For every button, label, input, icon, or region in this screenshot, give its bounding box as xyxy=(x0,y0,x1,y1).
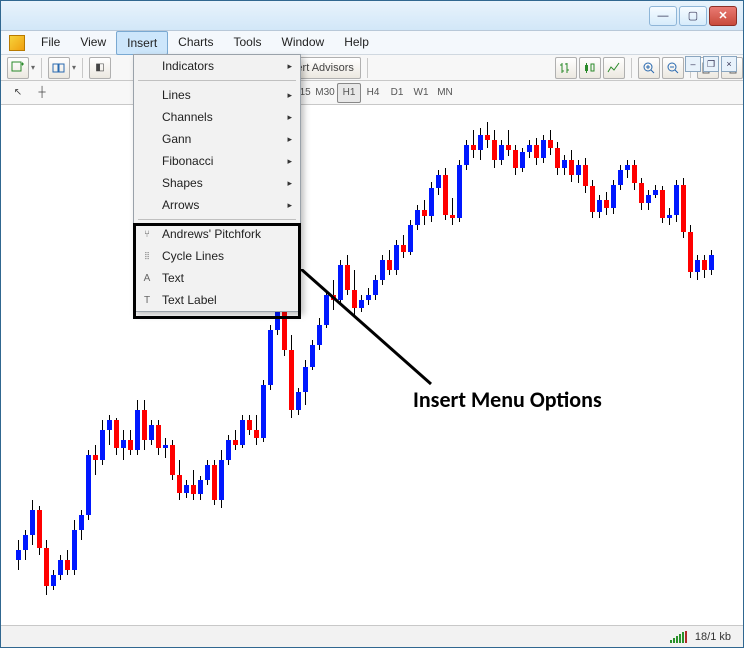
insert-menu-dropdown: Indicators▸ Lines▸Channels▸Gann▸Fibonacci… xyxy=(133,54,301,312)
maximize-button[interactable]: ▢ xyxy=(679,6,707,26)
timeframe-h1[interactable]: H1 xyxy=(337,83,361,103)
menu-insert[interactable]: Insert xyxy=(116,31,168,55)
titlebar: — ▢ ✕ xyxy=(1,1,743,31)
timeframe-m30[interactable]: M30 xyxy=(313,83,337,103)
menu-item-text[interactable]: AText xyxy=(134,267,300,289)
profiles-icon[interactable] xyxy=(48,57,70,79)
menu-item-gann[interactable]: Gann▸ xyxy=(134,128,300,150)
crosshair-icon[interactable]: ┼ xyxy=(31,82,53,104)
timeframe-h4[interactable]: H4 xyxy=(361,83,385,103)
bar-chart-icon[interactable] xyxy=(555,57,577,79)
connection-traffic: 18/1 kb xyxy=(695,631,731,643)
menu-item-arrows[interactable]: Arrows▸ xyxy=(134,194,300,216)
timeframe-w1[interactable]: W1 xyxy=(409,83,433,103)
text-icon: A xyxy=(140,271,154,285)
menu-item-fibonacci[interactable]: Fibonacci▸ xyxy=(134,150,300,172)
submenu-arrow-icon: ▸ xyxy=(287,156,292,167)
annotation-text: Insert Menu Options xyxy=(413,386,602,413)
menu-item-lines[interactable]: Lines▸ xyxy=(134,84,300,106)
cycles-icon: ⦙⦙ xyxy=(140,249,154,263)
toolbar-main: ▾ ▾ ◧ w Order ◆ ⬤Expert Advisors xyxy=(1,55,743,81)
chart-area[interactable] xyxy=(1,105,743,625)
menu-item-indicators[interactable]: Indicators▸ xyxy=(134,55,300,77)
market-watch-icon[interactable]: ◧ xyxy=(89,57,111,79)
submenu-arrow-icon: ▸ xyxy=(287,112,292,123)
menu-window[interactable]: Window xyxy=(272,31,335,55)
app-window: — ▢ ✕ FileViewInsertChartsToolsWindowHel… xyxy=(0,0,744,648)
zoom-in-icon[interactable] xyxy=(638,57,660,79)
submenu-arrow-icon: ▸ xyxy=(287,200,292,211)
submenu-arrow-icon: ▸ xyxy=(287,178,292,189)
candle-chart-icon[interactable] xyxy=(579,57,601,79)
line-chart-icon[interactable] xyxy=(603,57,625,79)
submenu-arrow-icon: ▸ xyxy=(287,61,292,72)
zoom-out-icon[interactable] xyxy=(662,57,684,79)
label-icon: T xyxy=(140,293,154,307)
pitchfork-icon: ⑂ xyxy=(140,227,154,241)
connection-signal-icon xyxy=(670,631,687,643)
app-icon xyxy=(9,35,25,51)
timeframe-mn[interactable]: MN xyxy=(433,83,457,103)
cursor-icon[interactable]: ↖ xyxy=(7,82,29,104)
statusbar: 18/1 kb xyxy=(1,625,743,647)
menu-item-shapes[interactable]: Shapes▸ xyxy=(134,172,300,194)
minimize-button[interactable]: — xyxy=(649,6,677,26)
menubar: FileViewInsertChartsToolsWindowHelp xyxy=(1,31,743,55)
submenu-arrow-icon: ▸ xyxy=(287,134,292,145)
mdi-minimize-button[interactable]: – xyxy=(685,56,701,72)
submenu-arrow-icon: ▸ xyxy=(287,90,292,101)
menu-view[interactable]: View xyxy=(70,31,116,55)
menu-help[interactable]: Help xyxy=(334,31,379,55)
menu-file[interactable]: File xyxy=(31,31,70,55)
close-button[interactable]: ✕ xyxy=(709,6,737,26)
toolbar-objects: ↖ ┼ M1M5M15M30H1H4D1W1MN xyxy=(1,81,743,105)
menu-item-channels[interactable]: Channels▸ xyxy=(134,106,300,128)
menu-item-text-label[interactable]: TText Label xyxy=(134,289,300,311)
menu-item-cycle-lines[interactable]: ⦙⦙Cycle Lines xyxy=(134,245,300,267)
new-chart-icon[interactable] xyxy=(7,57,29,79)
menu-item-andrews-pitchfork[interactable]: ⑂Andrews' Pitchfork xyxy=(134,223,300,245)
mdi-window-controls: – ❐ × xyxy=(685,56,737,72)
menu-tools[interactable]: Tools xyxy=(224,31,272,55)
mdi-restore-button[interactable]: ❐ xyxy=(703,56,719,72)
mdi-close-button[interactable]: × xyxy=(721,56,737,72)
menu-charts[interactable]: Charts xyxy=(168,31,223,55)
timeframe-d1[interactable]: D1 xyxy=(385,83,409,103)
